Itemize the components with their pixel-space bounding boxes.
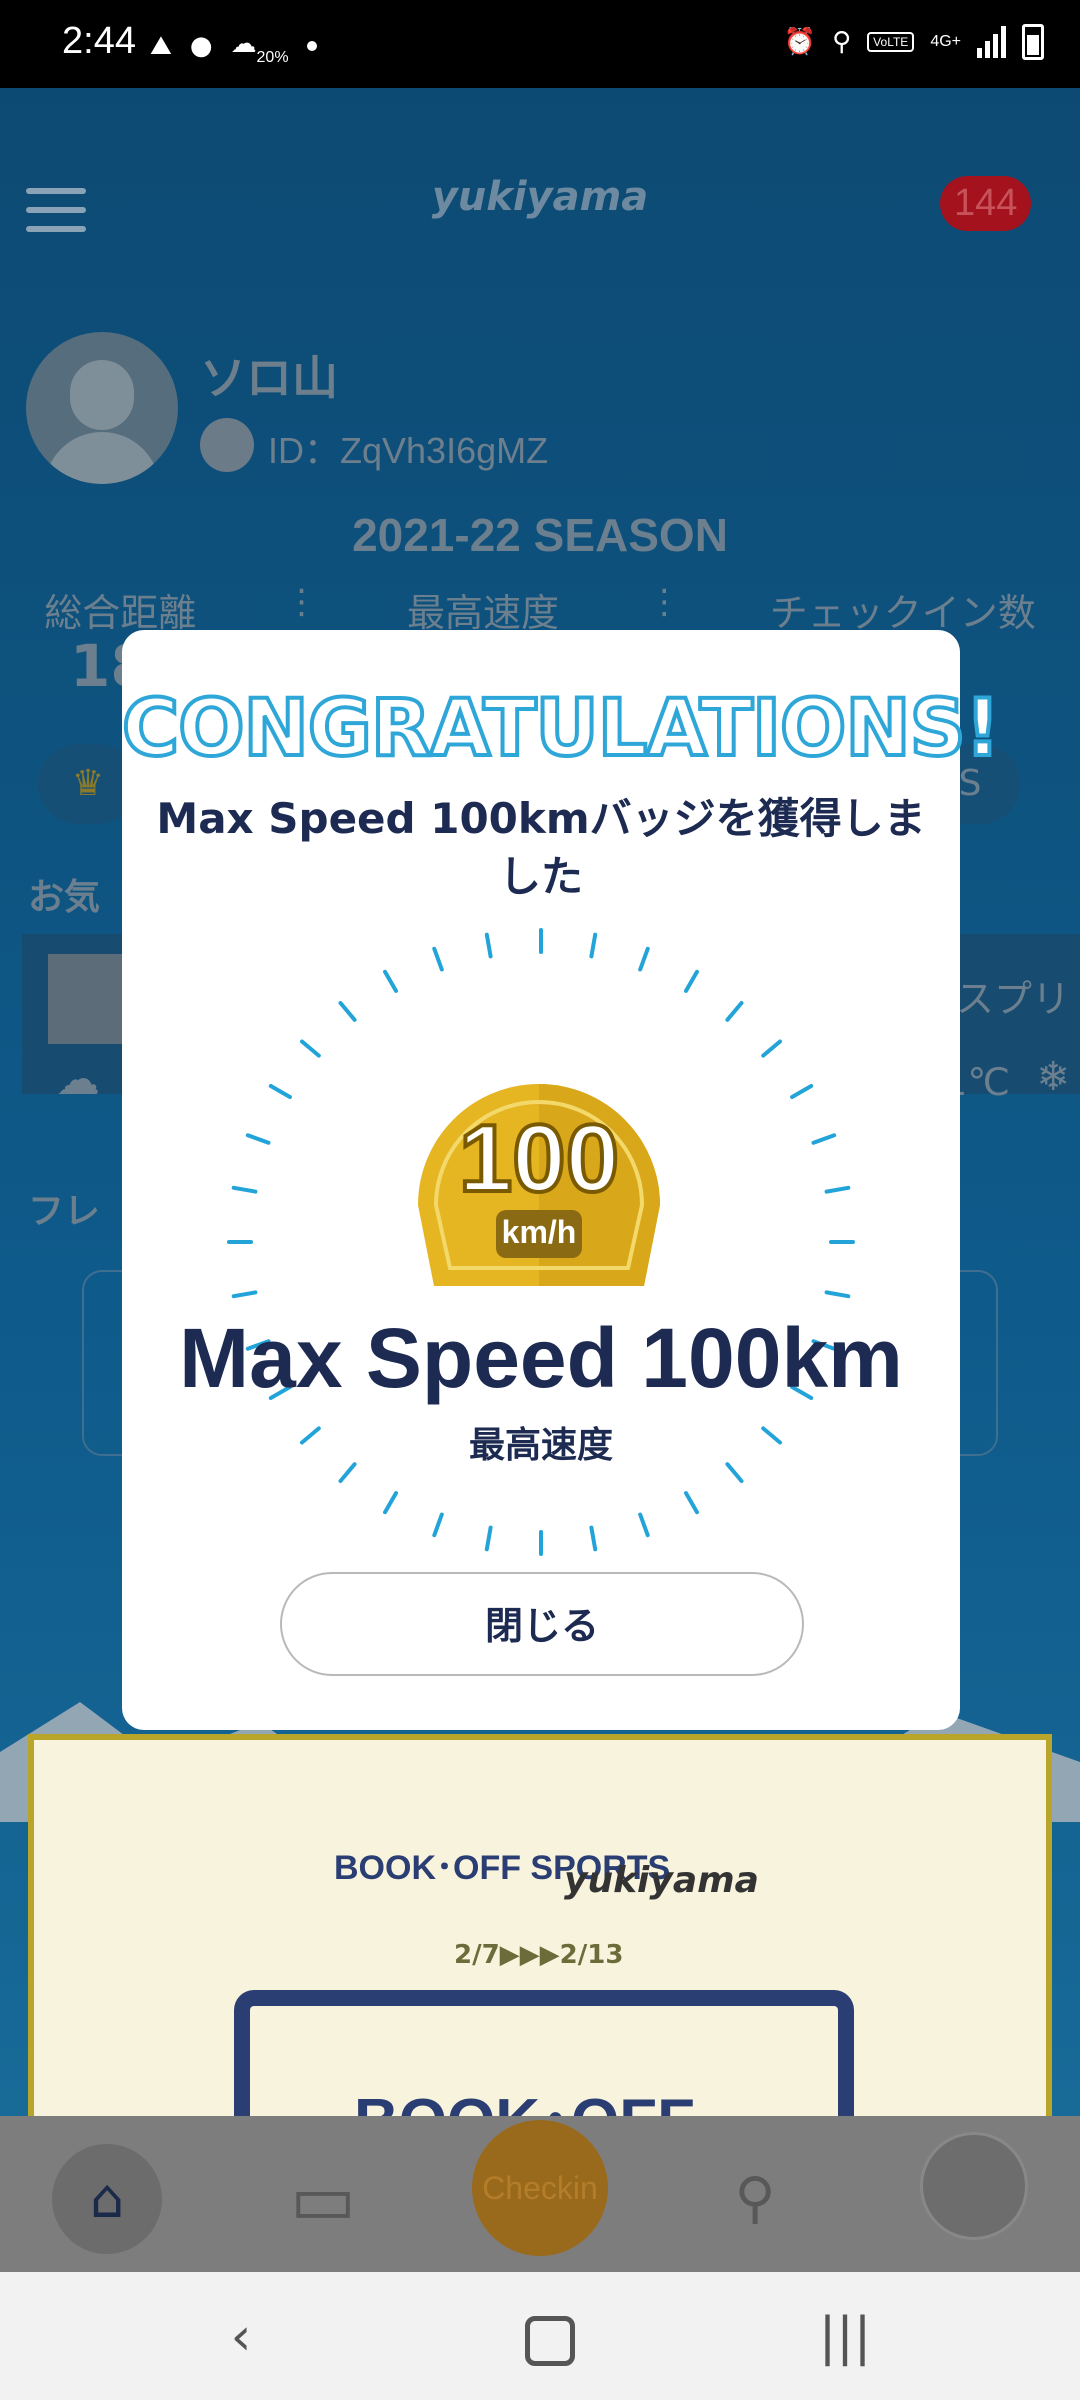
congratulations-title: CONGRATULATIONS! <box>120 682 1002 776</box>
dial-tick <box>300 1039 321 1058</box>
search-icon[interactable] <box>700 2144 810 2254</box>
status-bar: 2:44 ⛰ ● ☁20% ⏰ ⚲ VoLTE 4G+ <box>0 0 1080 88</box>
section-favorites-label: お気 <box>28 877 101 918</box>
checkin-button[interactable]: Checkin <box>472 2120 608 2256</box>
season-title: 2021-22 SEASON <box>352 509 728 561</box>
banner-dates: 2/7▶▶▶2/13 <box>454 1940 624 1970</box>
dial-tick <box>725 1001 744 1022</box>
card-icon[interactable] <box>268 2144 378 2254</box>
user-name: ソロ山 <box>200 351 338 405</box>
bell-icon[interactable]: 144 <box>940 176 1050 246</box>
dial-tick <box>638 1512 650 1538</box>
alarm-icon: ⏰ <box>783 27 817 57</box>
user-id: ID：ZqVh3I6gMZ <box>268 430 549 471</box>
stat-label-max-speed: 最高速度 <box>406 591 559 635</box>
badge-unit: km/h <box>501 1214 577 1250</box>
banner-brand-yukiyama: yukiyama <box>564 1860 759 1901</box>
home-icon[interactable] <box>52 2144 162 2254</box>
dial-tick <box>638 946 650 972</box>
dial-tick <box>761 1039 782 1058</box>
stats-header: 総合距離 ⋮ 最高速度 ⋮ チェックイン数 <box>44 582 1036 635</box>
dial-tick <box>824 1290 851 1299</box>
dial-tick <box>245 1133 271 1145</box>
notification-dot-icon <box>306 41 317 51</box>
recent-apps-icon[interactable]: ||| <box>800 2292 890 2382</box>
badge-earned-message: Max Speed 100kmバッジを獲得しました <box>156 794 926 901</box>
badge-modal: CONGRATULATIONS! Max Speed 100kmバッジを獲得しま… <box>120 630 1002 1730</box>
dial-tick <box>432 1512 444 1538</box>
weather-percent: 20% <box>256 49 289 66</box>
mountain-icon: ⛰ <box>150 31 172 61</box>
section-friends-label: フレ <box>28 1191 101 1232</box>
battery-icon <box>1022 24 1044 60</box>
snow-icon: ❄ <box>1036 1054 1070 1100</box>
home-button-icon[interactable] <box>500 2292 590 2382</box>
dial-tick <box>589 932 598 959</box>
dial-tick <box>268 1084 292 1099</box>
dial-tick <box>432 946 444 972</box>
badge-name: Max Speed 100km <box>179 1311 903 1405</box>
dial-tick <box>383 1491 398 1515</box>
notification-badge: 144 <box>940 176 1032 231</box>
resort-name: スプリ <box>955 977 1070 1021</box>
dial-tick <box>589 1525 598 1552</box>
stat-label-checkins: チェックイン数 <box>769 591 1036 635</box>
avatar[interactable] <box>26 332 178 484</box>
speed-badge: 100 km/h <box>414 1080 664 1290</box>
signal-icon <box>977 26 1006 58</box>
cloud-icon: ☁ <box>56 1054 100 1105</box>
dog-icon: ● <box>189 31 213 61</box>
dial-tick <box>338 1001 357 1022</box>
system-nav-bar: ‹ ||| <box>0 2272 1080 2400</box>
bottom-nav: Checkin <box>0 2116 1080 2272</box>
status-time: 2:44 <box>62 20 136 62</box>
dial-tick <box>383 969 398 993</box>
stat-label-distance: 総合距離 <box>44 591 197 635</box>
profile-avatar-icon[interactable] <box>920 2132 1028 2240</box>
back-icon[interactable]: ‹ <box>196 2292 286 2382</box>
location-icon: ⚲ <box>832 27 852 57</box>
dial-tick <box>231 1185 258 1194</box>
volte-icon: VoLTE <box>867 32 915 52</box>
dial-tick <box>684 969 699 993</box>
dial-tick <box>684 1491 699 1515</box>
badge-value: 100 <box>457 1103 621 1214</box>
qr-code-icon[interactable] <box>200 418 254 472</box>
dial-tick <box>231 1290 258 1299</box>
dial-tick <box>824 1185 851 1194</box>
weather-icon: ☁20% <box>230 29 289 66</box>
badge-category: 最高速度 <box>468 1425 613 1466</box>
dial-tick <box>790 1084 814 1099</box>
close-button[interactable]: 閉じる <box>280 1572 804 1676</box>
dial-tick <box>484 1525 493 1552</box>
network-type: 4G+ <box>930 33 961 50</box>
dial-tick <box>484 932 493 959</box>
dial-tick <box>811 1133 837 1145</box>
promo-banner[interactable]: BOOK･OFF SPORTS yukiyama 2/7▶▶▶2/13 BOOK… <box>28 1734 1052 2174</box>
app-logo: yukiyama <box>431 174 649 220</box>
